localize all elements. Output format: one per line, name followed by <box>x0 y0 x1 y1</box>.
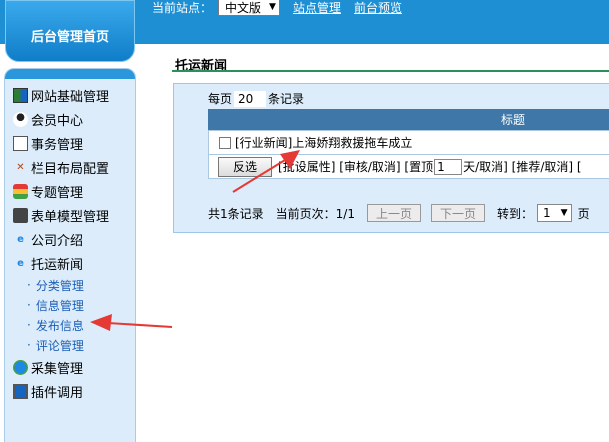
annotation-arrows <box>90 150 300 331</box>
arrow-to-publish <box>90 314 173 331</box>
arrow-to-news-title <box>232 150 300 193</box>
